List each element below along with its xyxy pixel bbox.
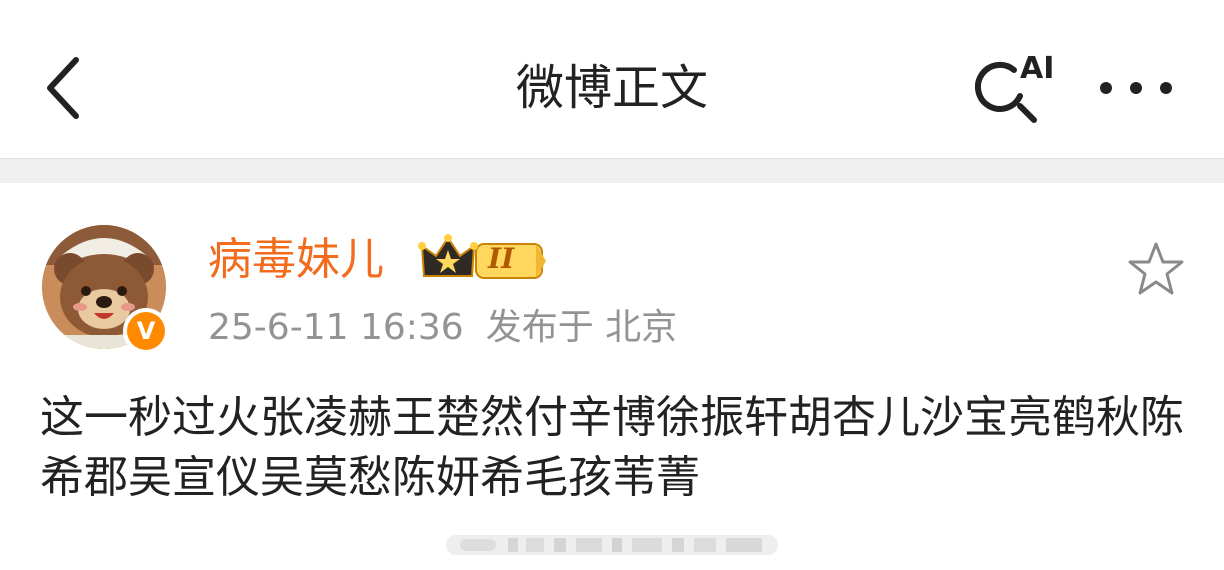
author-name[interactable]: 病毒妹儿 xyxy=(208,232,384,288)
ai-search-icon: AI xyxy=(974,51,1054,123)
post-source: 发布于 北京 xyxy=(485,307,678,348)
ai-search-button[interactable]: AI xyxy=(964,48,1054,128)
star-outline-icon xyxy=(1128,242,1184,295)
vip-level-badge[interactable] xyxy=(418,232,548,286)
blurred-watermark xyxy=(446,532,778,558)
vip-level-text: II xyxy=(488,242,515,275)
more-horizontal-icon xyxy=(1100,82,1172,94)
post-body: 这一秒过火张凌赫王楚然付辛博徐振轩胡杏儿沙宝亮鹤秋陈希郡吴宣仪吴莫愁陈妍希毛孩苇… xyxy=(40,392,1184,503)
crown-icon xyxy=(418,234,546,279)
verified-mark: V xyxy=(127,312,165,350)
more-options-button[interactable] xyxy=(1094,68,1180,108)
section-divider xyxy=(0,158,1224,183)
verified-badge: V xyxy=(123,308,169,354)
ai-label: AI xyxy=(1020,51,1054,86)
top-navigation-bar: 微博正文 AI xyxy=(0,0,1224,160)
post-time: 25-6-11 16:36 xyxy=(208,307,464,348)
favorite-button[interactable] xyxy=(1124,240,1188,300)
post-meta: 25-6-11 16:36 发布于 北京 xyxy=(208,304,699,352)
